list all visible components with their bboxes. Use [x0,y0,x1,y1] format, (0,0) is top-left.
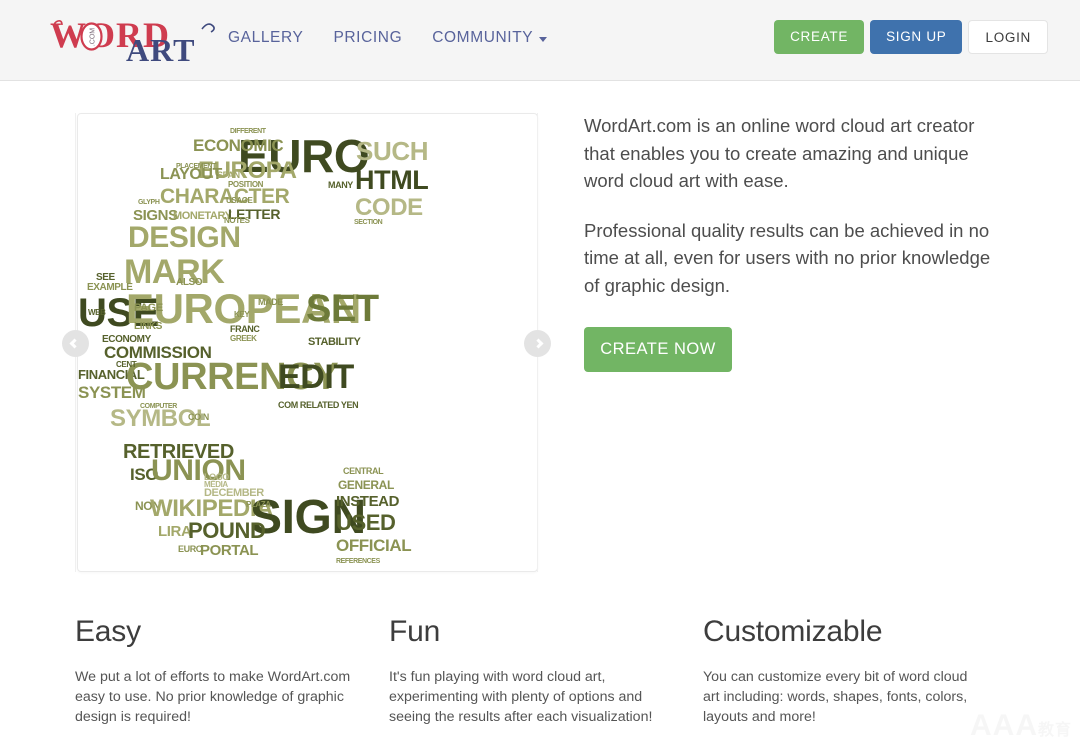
word-cloud-word: UNION [151,454,246,487]
word-cloud-word: EDIT [278,358,354,396]
feature-easy-text: We put a lot of efforts to make WordArt.… [75,669,351,725]
word-cloud-word: REFERENCES [336,558,380,565]
word-cloud-word: COIN [188,412,209,422]
svg-text:.COM: .COM [90,28,97,46]
word-cloud-word: SEE [96,272,115,283]
sign-up-button[interactable]: SIGN UP [870,20,963,54]
login-button[interactable]: LOGIN [968,20,1048,54]
word-cloud-word: SET [306,288,379,330]
word-cloud-word: ECONOMIC [193,136,284,155]
create-now-button[interactable]: CREATE NOW [584,327,732,372]
showcase-carousel[interactable]: EURO HTML SUCH CODE ECONOMIC EUROPA CHARACTER L… [77,113,538,572]
word-cloud-word: MONETARY [173,210,232,222]
logo-svg: WORD .COM ART [50,15,215,65]
feature-easy: Easy We put a lot of efforts to make Wor… [75,615,389,727]
chevron-down-icon [539,37,548,42]
word-cloud-word: KEY [234,310,250,319]
word-cloud-word: OFFICIAL [336,536,412,555]
word-cloud-word: ECONOMY [102,334,151,345]
word-cloud-word: MARK [124,253,225,291]
intro-copy: WordArt.com is an online word cloud art … [584,112,1004,321]
chevron-right-icon [533,338,544,349]
word-cloud-word: CODE [355,194,423,221]
word-cloud-slide: EURO HTML SUCH CODE ECONOMIC EUROPA CHARACTER L… [78,114,537,571]
word-cloud-word: COMPUTER [140,403,177,410]
word-cloud-word: STABILITY [308,336,361,348]
word-cloud-word: PLACEMENT [176,163,216,170]
word-cloud-word: CENT [116,360,137,369]
primary-nav: GALLERY PRICING COMMUNITY [228,29,548,47]
word-cloud-word: GLYPH [138,199,160,206]
svg-text:ART: ART [126,32,195,65]
nav-item-pricing-label: PRICING [333,29,403,46]
word-cloud-word: SUCH [356,136,429,166]
word-cloud-word: NOTES [224,216,250,225]
wordart-logo[interactable]: WORD .COM ART [50,13,220,65]
word-cloud-word: SECTION [354,219,383,226]
word-cloud-word: FRANC [230,324,260,334]
watermark-suffix: 教育 [1038,722,1072,739]
nav-item-community[interactable]: COMMUNITY [432,29,548,47]
nav-item-pricing[interactable]: PRICING [333,29,402,47]
feature-fun-title: Fun [389,615,441,648]
word-cloud-word: COM RELATED YEN [278,400,359,410]
word-cloud-word: LINKS [134,321,163,332]
word-cloud-word: INSTEAD [336,493,400,510]
site-header: WORD .COM ART GALLERY PRICING COMMUNITY … [0,0,1080,81]
word-cloud-word: HTML [355,165,429,195]
word-cloud-word: CHARACTER [160,185,290,208]
word-cloud-word: GREEK [230,334,257,343]
intro-paragraph-2: Professional quality results can be achi… [584,219,991,296]
intro-paragraph-1: WordArt.com is an online word cloud art … [584,115,975,191]
word-cloud-word: SPAN [217,170,240,180]
word-cloud-word: POSITION [228,180,264,189]
word-cloud-word: DESIGN [128,221,241,254]
nav-item-gallery-label: GALLERY [228,29,304,46]
nav-item-community-label: COMMUNITY [432,29,534,46]
watermark-text: AAA [970,709,1038,742]
carousel-prev-button[interactable] [62,330,89,357]
feature-easy-title: Easy [75,615,141,648]
word-cloud-word: POUND [188,518,266,543]
carousel-next-button[interactable] [524,330,551,357]
features-row: Easy We put a lot of efforts to make Wor… [75,615,1017,727]
word-cloud-word: PAGE [134,302,163,314]
feature-customizable-title: Customizable [703,615,883,648]
word-cloud-word: PLAZA [246,500,271,509]
word-cloud-word: LIRA [158,523,192,540]
word-cloud-word: MANY [328,180,353,190]
word-cloud-word: PORTAL [200,542,259,559]
watermark: AAA教育 [970,709,1072,743]
feature-customizable-text: You can customize every bit of word clou… [703,669,968,725]
create-button[interactable]: CREATE [774,20,865,54]
word-cloud-word: MADE [258,297,283,307]
word-cloud-word: EURO [178,544,203,554]
nav-item-gallery[interactable]: GALLERY [228,29,303,47]
word-cloud-word: CENTRAL [343,466,384,476]
word-cloud-word: DIFFERENT [230,128,266,135]
header-actions: CREATE SIGN UP LOGIN [774,20,1048,54]
feature-fun: Fun It's fun playing with word cloud art… [389,615,703,727]
feature-fun-text: It's fun playing with word cloud art, ex… [389,669,653,725]
word-cloud-word: USAGE [226,196,253,205]
chevron-left-icon [69,338,80,349]
word-cloud-word: WEB [88,308,106,317]
word-cloud-word: GENERAL [338,478,394,492]
word-cloud-word: MEDIA [204,480,228,489]
word-cloud-word: EXAMPLE [87,282,133,293]
word-cloud-word: ALSO [176,277,203,288]
word-cloud-word: USED [336,510,396,535]
